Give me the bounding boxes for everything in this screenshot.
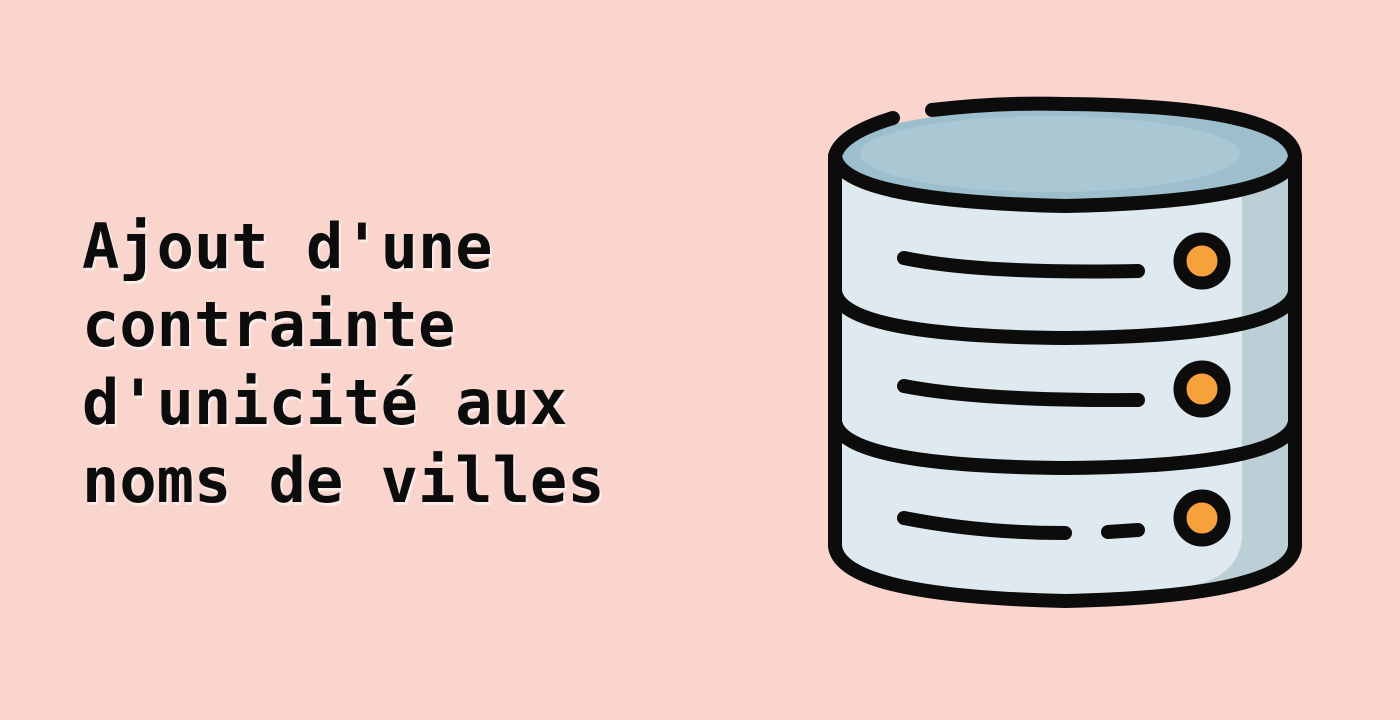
cylinder-top-highlight (860, 116, 1240, 192)
indicator-light-2 (1173, 360, 1231, 418)
title-line-3: d'unicité aux (82, 366, 568, 439)
title-line-2: contrainte (82, 288, 456, 361)
title-line-1: Ajout d'une (82, 210, 493, 283)
indicator-light-3 (1173, 489, 1231, 547)
page-title: Ajout d'une contrainte d'unicité aux nom… (82, 208, 722, 520)
database-server-icon (820, 96, 1310, 616)
indicator-light-1 (1173, 232, 1231, 290)
title-line-4: noms de villes (82, 444, 605, 517)
slot-line-3b (1101, 523, 1145, 539)
